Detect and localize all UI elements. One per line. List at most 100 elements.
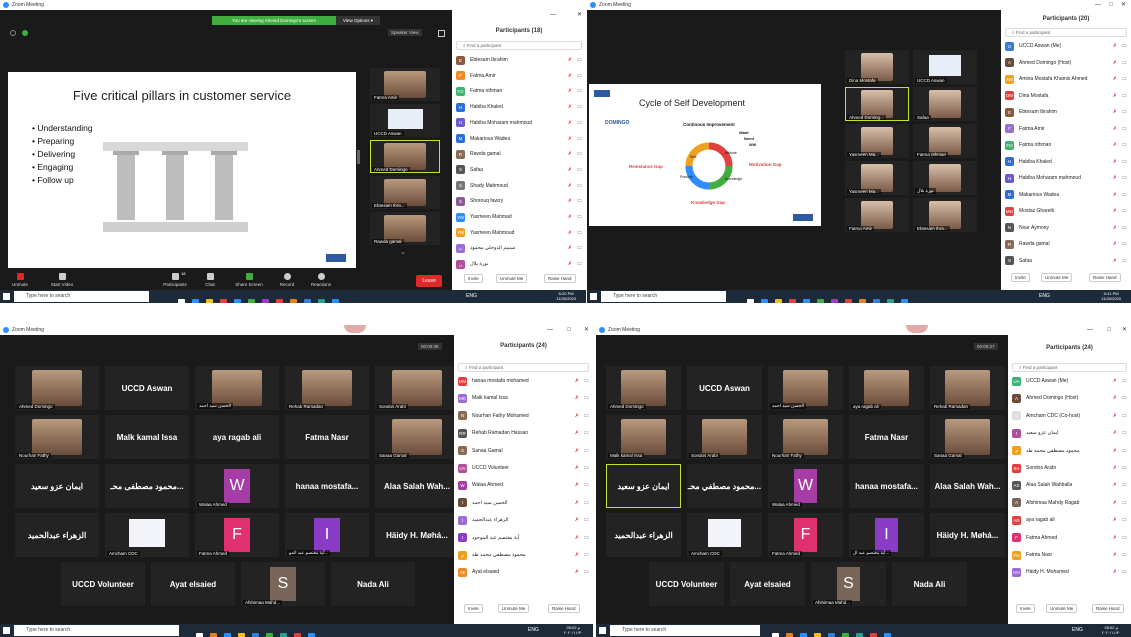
- microphone-muted-icon[interactable]: ✗: [575, 375, 579, 387]
- participant-row[interactable]: W Walaa Ahmed ✗ ▭: [458, 479, 589, 491]
- video-off-icon[interactable]: ▭: [1122, 205, 1127, 217]
- app-icon[interactable]: [294, 633, 301, 637]
- participant-row[interactable]: AS Alaa Salah Wahballa ✗ ▭: [1012, 479, 1127, 491]
- windows-start-icon[interactable]: [3, 293, 10, 300]
- microphone-muted-icon[interactable]: ✗: [568, 180, 572, 192]
- video-tile[interactable]: Alaa Salah Wah...: [930, 464, 1005, 508]
- participant-row[interactable]: S Sanaa Gamal ✗ ▭: [458, 445, 589, 457]
- video-off-icon[interactable]: ▭: [577, 164, 582, 176]
- video-tile[interactable]: Fatma othman: [913, 124, 977, 158]
- video-off-icon[interactable]: ▭: [577, 148, 582, 160]
- microphone-muted-icon[interactable]: ✗: [1113, 549, 1117, 561]
- video-tile[interactable]: Nada Ali: [892, 562, 967, 606]
- video-tile[interactable]: Ahmed Domingo: [15, 366, 99, 410]
- video-tile[interactable]: محمود مصطفي محـ...: [687, 464, 762, 508]
- microphone-muted-icon[interactable]: ✗: [575, 532, 579, 544]
- app-icon[interactable]: [870, 633, 877, 637]
- microphone-muted-icon[interactable]: ✗: [568, 195, 572, 207]
- microphone-muted-icon[interactable]: ✗: [1113, 392, 1117, 404]
- video-off-icon[interactable]: ▭: [1122, 57, 1127, 69]
- video-off-icon[interactable]: ▭: [584, 375, 589, 387]
- video-off-icon[interactable]: ▭: [577, 227, 582, 239]
- video-tile[interactable]: Amcham CDC: [687, 513, 762, 557]
- unmute-button[interactable]: Unmute: [5, 273, 35, 287]
- unmute-me-button[interactable]: Unmute Me: [1041, 273, 1073, 282]
- minimize-icon[interactable]: —: [547, 325, 553, 335]
- app-icon[interactable]: [817, 299, 824, 303]
- video-tile[interactable]: Malk kamal Issa: [105, 415, 189, 459]
- video-off-icon[interactable]: ▭: [1122, 189, 1127, 201]
- close-icon[interactable]: ✕: [584, 325, 589, 335]
- app-icon[interactable]: [800, 633, 807, 637]
- participant-row[interactable]: FO Fatma othman ✗ ▭: [1005, 139, 1127, 151]
- participant-row[interactable]: A Ahmed Domingo (Host) ✗ ▭: [1012, 392, 1127, 404]
- video-off-icon[interactable]: ▭: [577, 195, 582, 207]
- video-off-icon[interactable]: ▭: [1122, 40, 1127, 52]
- video-off-icon[interactable]: ▭: [1122, 497, 1127, 509]
- raise-hand-button[interactable]: Raise Hand: [1092, 604, 1124, 613]
- microphone-muted-icon[interactable]: ✗: [568, 54, 572, 66]
- app-icon[interactable]: [842, 633, 849, 637]
- close-icon[interactable]: ✕: [1121, 0, 1126, 10]
- video-off-icon[interactable]: ▭: [1122, 106, 1127, 118]
- app-icon[interactable]: [856, 633, 863, 637]
- video-off-icon[interactable]: ▭: [577, 54, 582, 66]
- unmute-me-button[interactable]: Unmute Me: [1046, 604, 1078, 613]
- app-icon[interactable]: [873, 299, 880, 303]
- participant-row[interactable]: ا الحسن سيد احمد ✗ ▭: [458, 497, 589, 509]
- video-tile[interactable]: F Fatma Ahmed: [768, 513, 843, 557]
- video-off-icon[interactable]: ▭: [584, 497, 589, 509]
- video-tile[interactable]: I آية معتصم عبد المو...: [285, 513, 369, 557]
- microphone-muted-icon[interactable]: ✗: [568, 70, 572, 82]
- video-off-icon[interactable]: ▭: [577, 211, 582, 223]
- video-off-icon[interactable]: ▭: [584, 445, 589, 457]
- video-tile[interactable]: Ahmed Domingo: [370, 140, 440, 173]
- app-icon[interactable]: [280, 633, 287, 637]
- view-options-button[interactable]: View Options ▾: [336, 16, 380, 25]
- participant-row[interactable]: S Safaa ✗ ▭: [456, 164, 582, 176]
- invite-button[interactable]: Invite: [1011, 273, 1030, 282]
- taskbar-search[interactable]: Type here to search: [14, 291, 149, 302]
- microphone-muted-icon[interactable]: ✗: [568, 242, 572, 254]
- video-tile[interactable]: W Walaa Ahmed: [768, 464, 843, 508]
- video-off-icon[interactable]: ▭: [584, 427, 589, 439]
- microphone-muted-icon[interactable]: ✗: [1113, 497, 1117, 509]
- video-off-icon[interactable]: ▭: [584, 479, 589, 491]
- app-icon[interactable]: [266, 633, 273, 637]
- video-tile[interactable]: محمود مصطفى محـ...: [105, 464, 189, 508]
- microphone-muted-icon[interactable]: ✗: [1113, 532, 1117, 544]
- video-tile[interactable]: ايمان عزو سعيد: [15, 464, 99, 508]
- participant-row[interactable]: SA Sondos Arabi ✗ ▭: [1012, 462, 1127, 474]
- app-icon[interactable]: [786, 633, 793, 637]
- unmute-me-button[interactable]: Unmute Me: [496, 274, 528, 283]
- participants-button[interactable]: Participants: [160, 273, 190, 287]
- participant-row[interactable]: R Rawda gamal ✗ ▭: [456, 148, 582, 160]
- app-icon[interactable]: [803, 299, 810, 303]
- video-tile[interactable]: Alaa Salah Wah...: [375, 464, 459, 508]
- app-icon[interactable]: [887, 299, 894, 303]
- app-icon[interactable]: [206, 299, 213, 303]
- microphone-muted-icon[interactable]: ✗: [1113, 106, 1117, 118]
- find-participant-input[interactable]: ⌕ Find a participant: [458, 363, 589, 372]
- app-icon[interactable]: [845, 299, 852, 303]
- find-participant-input[interactable]: ⌕ Find a participant: [1005, 28, 1127, 37]
- app-icon[interactable]: [276, 299, 283, 303]
- participant-row[interactable]: I ايمان عزو سعيد ✗ ▭: [1012, 427, 1127, 439]
- taskbar-search[interactable]: Type here to search: [14, 625, 179, 636]
- app-icon[interactable]: [262, 299, 269, 303]
- microphone-muted-icon[interactable]: ✗: [568, 227, 572, 239]
- participant-row[interactable]: م محمود مصطفي محمد طه ✗ ▭: [1012, 445, 1127, 457]
- participant-row[interactable]: ن نورة بلال ✗ ▭: [456, 258, 582, 270]
- microphone-muted-icon[interactable]: ✗: [568, 117, 572, 129]
- close-icon[interactable]: ✕: [577, 10, 582, 20]
- video-tile[interactable]: نورة بلال: [913, 161, 977, 195]
- video-off-icon[interactable]: ▭: [577, 117, 582, 129]
- participant-row[interactable]: N Nourhan Fathy Mohamed ✗ ▭: [458, 410, 589, 422]
- microphone-muted-icon[interactable]: ✗: [1113, 156, 1117, 168]
- video-tile[interactable]: Sanaa Gamal: [375, 415, 459, 459]
- participant-row[interactable]: A Ahmed Domingo (Host) ✗ ▭: [1005, 57, 1127, 69]
- participant-row[interactable]: N Nour Aymony ✗ ▭: [1005, 222, 1127, 234]
- video-off-icon[interactable]: ▭: [1122, 445, 1127, 457]
- microphone-muted-icon[interactable]: ✗: [1113, 462, 1117, 474]
- microphone-muted-icon[interactable]: ✗: [1113, 222, 1117, 234]
